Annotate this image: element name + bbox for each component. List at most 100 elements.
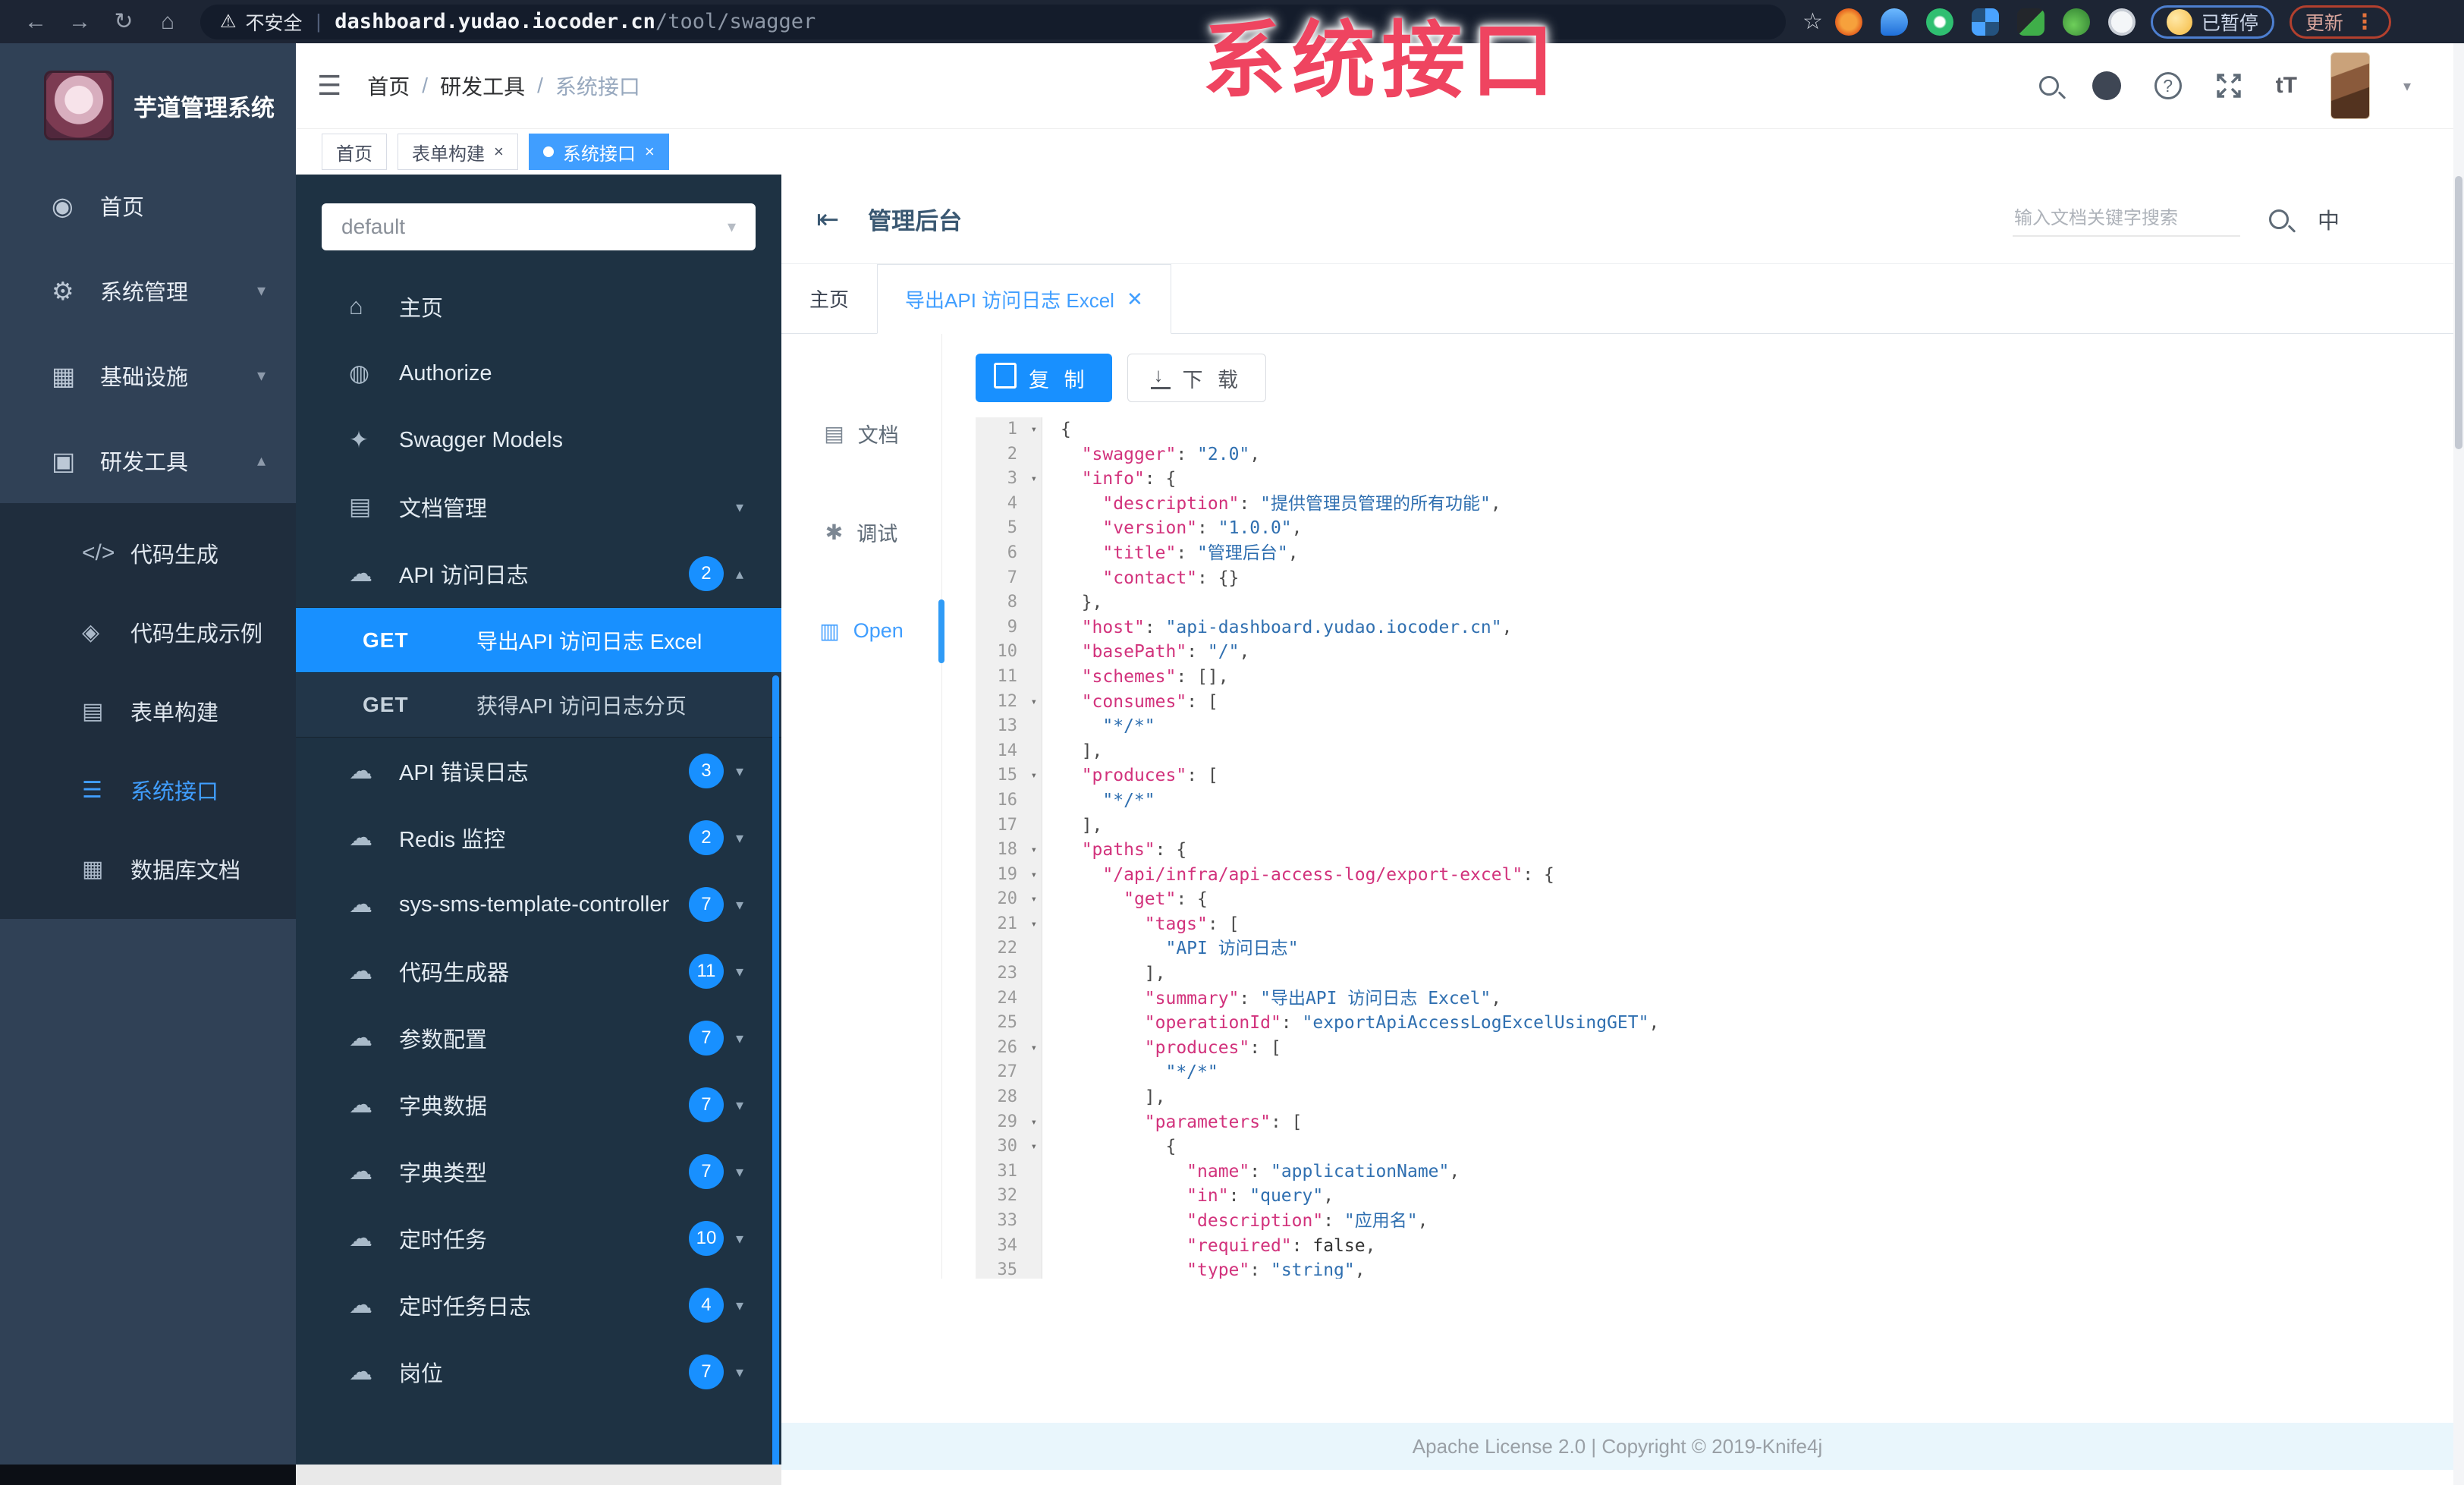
fold-arrow-icon[interactable]: ▾ [1031, 887, 1037, 912]
doc-search-icon[interactable] [2268, 209, 2289, 229]
rail-item-open[interactable]: ▥ Open [781, 581, 944, 680]
update-browser-pill[interactable]: 更新 ⋮ [2289, 5, 2391, 39]
api-group-select[interactable]: default ▾ [322, 203, 756, 250]
fold-arrow-icon[interactable]: ▾ [1031, 912, 1037, 937]
api-group-item[interactable]: ☁ 参数配置 7 ▾ [296, 1005, 781, 1071]
fold-arrow-icon[interactable]: ▾ [1031, 838, 1037, 863]
user-avatar[interactable] [2330, 52, 2370, 119]
api-menu-item[interactable]: ▤ 文档管理 ▾ [296, 474, 781, 540]
doc-search-input[interactable] [2012, 201, 2240, 237]
api-group-item[interactable]: ☁ 字典数据 7 ▾ [296, 1071, 781, 1138]
fold-arrow-icon[interactable]: ▾ [1031, 1134, 1037, 1159]
fold-arrow-icon[interactable]: ▾ [1031, 863, 1037, 888]
sidebar-item[interactable]: ⚙ 系统管理 ▾ [0, 248, 296, 333]
code-token: "in" [1186, 1186, 1229, 1207]
download-button[interactable]: 下 载 [1127, 354, 1267, 402]
extension-icon[interactable] [1834, 8, 1862, 36]
code-editor[interactable]: 1 ▾ 2 3 ▾ 4 5 6 7 8 9 10 11 12 ▾ 13 14 15 ▾ 16 17 18 ▾ 19 ▾ 20 ▾ 21… [976, 417, 2453, 1279]
api-group-item[interactable]: ☁ 岗位 7 ▾ [296, 1339, 781, 1405]
tag-tab[interactable]: 表单构建 × [398, 134, 518, 170]
sidebar-subitem[interactable]: </> 代码生成 [0, 514, 296, 593]
api-menu-item[interactable]: ⌂ 主页 [296, 273, 781, 340]
sidebar-item[interactable]: ▦ 基础设施 ▾ [0, 333, 296, 418]
sidebar-subitem[interactable]: ◈ 代码生成示例 [0, 593, 296, 672]
api-group-item[interactable]: ☁ 字典类型 7 ▾ [296, 1138, 781, 1205]
tag-tab[interactable]: 系统接口 × [528, 134, 669, 170]
fold-arrow-icon[interactable]: ▾ [1031, 1110, 1037, 1135]
api-menu-item[interactable]: ✦ Swagger Models [296, 407, 781, 474]
fold-arrow-icon[interactable]: ▾ [1031, 417, 1037, 442]
tag-tab[interactable]: 首页 [322, 134, 387, 170]
sidebar-subitem[interactable]: ☰ 系统接口 [0, 750, 296, 829]
api-menu-item[interactable]: ◍ Authorize [296, 340, 781, 407]
form-icon: ▤ [82, 698, 104, 724]
api-group-item[interactable]: ☁ API 错误日志 3 ▾ [296, 738, 781, 804]
close-icon[interactable]: × [645, 142, 655, 162]
back-icon[interactable]: ← [14, 9, 58, 35]
extension-icon[interactable] [2062, 8, 2090, 36]
api-menu-item[interactable]: ☁ API 访问日志 2 ▴ [296, 540, 781, 607]
sidebar-item[interactable]: ◉ 首页 [0, 163, 296, 248]
code-line: "/api/infra/api-access-log/export-excel"… [1061, 863, 2453, 888]
extension-icon[interactable] [1971, 8, 1999, 36]
rail-item-label: 文档 [857, 423, 899, 447]
gutter-line-number: 6 [1007, 543, 1017, 562]
language-toggle[interactable]: 中 [2318, 203, 2340, 235]
extension-icon[interactable] [2107, 8, 2136, 36]
rail-item-label: Open [853, 618, 904, 642]
doc-tab[interactable]: 主页 [781, 263, 877, 333]
paused-extension-pill[interactable]: 已暂停 [2150, 5, 2274, 39]
rail-item-调试[interactable]: ✱ 调试 [781, 483, 941, 581]
search-icon[interactable] [2038, 76, 2059, 96]
close-icon[interactable]: ✕ [1127, 288, 1143, 311]
code-line: }, [1061, 590, 2453, 615]
extension-icon[interactable] [1880, 8, 1908, 36]
breadcrumb-item[interactable]: 首页 [367, 71, 410, 101]
doc-tab[interactable]: 导出API 访问日志 Excel ✕ [877, 264, 1171, 334]
github-icon[interactable] [2092, 71, 2121, 100]
api-group-item[interactable]: ☁ 定时任务 10 ▾ [296, 1205, 781, 1272]
hamburger-icon[interactable]: ☰ [317, 70, 341, 102]
fullscreen-icon[interactable] [2215, 72, 2242, 99]
page-scrollbar[interactable] [2453, 43, 2464, 1485]
address-bar[interactable]: ⚠ 不安全 | dashboard.yudao.iocoder.cn /tool… [200, 4, 1786, 39]
api-endpoint[interactable]: GET 获得API 访问日志分页 [296, 672, 781, 738]
api-group-item[interactable]: ☁ 定时任务日志 4 ▾ [296, 1272, 781, 1339]
code-token: "produces" [1081, 766, 1187, 786]
code-token: "应用名" [1344, 1211, 1418, 1231]
code-token: "name" [1186, 1161, 1250, 1181]
security-label[interactable]: 不安全 [246, 8, 303, 36]
copy-button[interactable]: 复 制 [976, 354, 1112, 402]
code-token: : { [1155, 840, 1187, 860]
bookmark-star-icon[interactable]: ☆ [1802, 8, 1823, 35]
api-sidebar-scrollbar[interactable] [772, 675, 779, 1465]
extension-icon[interactable] [1925, 8, 1953, 36]
reload-icon[interactable]: ↻ [102, 8, 146, 35]
gutter-line-number: 26 ▾ [976, 1036, 1042, 1061]
chevron-down-icon[interactable]: ▾ [2403, 77, 2411, 96]
help-icon[interactable]: ? [2154, 72, 2182, 99]
close-icon[interactable]: × [494, 142, 504, 162]
fold-arrow-icon[interactable]: ▾ [1031, 763, 1037, 788]
font-size-icon[interactable]: tT [2276, 73, 2297, 99]
api-group-item[interactable]: ☁ Redis 监控 2 ▾ [296, 804, 781, 871]
api-group-item[interactable]: ☁ 代码生成器 11 ▾ [296, 938, 781, 1005]
api-group-item[interactable]: ☁ sys-sms-template-controller 7 ▾ [296, 871, 781, 938]
app-logo-row[interactable]: 芋道管理系统 [0, 43, 296, 163]
browser-menu-icon[interactable]: ⋮ [2354, 9, 2375, 34]
sidebar-item[interactable]: ▣ 研发工具 ▴ [0, 418, 296, 503]
rail-item-文档[interactable]: ▤ 文档 [781, 384, 941, 483]
collapse-sidebar-icon[interactable]: ⇤ [816, 203, 839, 235]
sidebar-subitem[interactable]: ▤ 表单构建 [0, 672, 296, 750]
fold-arrow-icon[interactable]: ▾ [1031, 1036, 1037, 1061]
breadcrumb-item[interactable]: 研发工具 [440, 71, 525, 101]
fold-arrow-icon[interactable]: ▾ [1031, 690, 1037, 715]
api-group-meta: 7 ▾ [688, 1154, 743, 1189]
forward-icon[interactable]: → [58, 9, 102, 35]
page-scrollbar-thumb[interactable] [2455, 176, 2462, 449]
home-icon[interactable]: ⌂ [146, 9, 190, 35]
fold-arrow-icon[interactable]: ▾ [1031, 467, 1037, 492]
extension-icon[interactable] [2016, 8, 2044, 36]
sidebar-subitem[interactable]: ▦ 数据库文档 [0, 829, 296, 908]
api-endpoint[interactable]: GET 导出API 访问日志 Excel [296, 607, 781, 672]
